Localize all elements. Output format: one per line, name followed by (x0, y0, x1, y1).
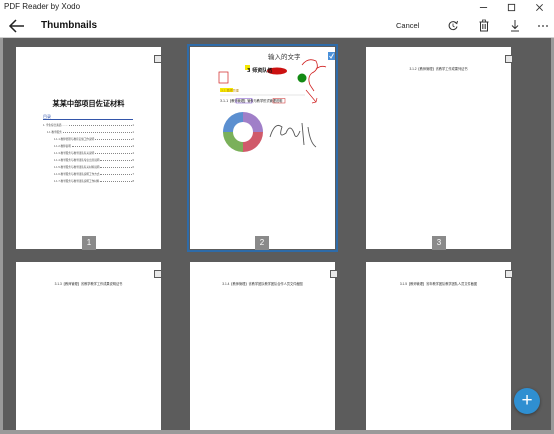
toc-entry: 1.1.5 教学服务与教学团队有关材料说明 6 (54, 163, 134, 169)
page-checkbox-5[interactable] (330, 270, 338, 278)
plus-icon: + (521, 390, 533, 411)
toc-leader-dots (62, 132, 132, 133)
toc-entry-page: 1 (132, 131, 134, 134)
more-icon[interactable] (537, 19, 549, 32)
page-thumbnail-6[interactable]: 3.1.5【教师管理】省年教学团队教学团队人员文件截图 (366, 262, 511, 430)
page-thumbnail-2[interactable]: 输入的文字 3 师资队伍 3.1 教师管理 3.1.1【教师管理】管教与教学形式… (187, 44, 338, 252)
maximize-icon (507, 3, 515, 11)
close-button[interactable] (524, 0, 554, 14)
page-thumbnail-5[interactable]: 3.1.4【教师管理】省教学团队教学团队合作人员文件截图 (190, 262, 335, 430)
document-title: 某某中部项目佐证材料 (52, 99, 125, 108)
toc-entry-text: 1. 学生综合素质......... (43, 124, 68, 127)
toc-entry: 1.1.2 教师说明 3 (54, 142, 134, 148)
back-arrow-icon[interactable] (8, 18, 26, 34)
red-rectangle (218, 71, 229, 84)
app-title: PDF Reader by Xodo (4, 2, 81, 11)
toc-entry-page: 5 (132, 159, 134, 162)
page-title: Thumbnails (41, 20, 98, 31)
toc-divider (43, 119, 133, 120)
toc-leader-dots (95, 139, 132, 140)
toc-entry-text: 1.1.1 教师管理与教育实施工作说明 (54, 138, 95, 141)
page-heading: 3.1.3【教师管理】省教学教学工作成果说明证书 (54, 282, 123, 286)
page-checkbox-4[interactable] (154, 270, 162, 278)
toc-leader-dots (100, 167, 132, 168)
toc-entry-page: 4 (132, 152, 134, 155)
page-heading: 3.1.4【教师管理】省教学团队教学团队合作人员文件截图 (222, 282, 303, 286)
toc-entry-text: 1.1.3 教学服务与教学团队有关说明 (54, 152, 95, 155)
toc-leader-dots (100, 160, 132, 161)
page-heading: 3.1.5【教师管理】省年教学团队教学团队人员文件截图 (399, 282, 478, 286)
toc-entry-text: 1.1.7 教学服务与教学团队说明工作材料 (54, 180, 100, 183)
subsection-label: 3.1 教师管理 (221, 87, 239, 92)
page-number-3: 3 (432, 236, 446, 250)
green-dot (297, 73, 307, 83)
toc-entry-text: 1.1.2 教师说明 (54, 145, 71, 148)
toc-entry-page: 3 (132, 145, 134, 148)
selection-check-icon (328, 52, 335, 60)
page-thumbnail-3[interactable]: 3.1.2【教师管理】省教学工作成果列证书 (366, 47, 511, 249)
toc-entry-text: 1.1.4 教学服务与教学团队专业出具说明 (54, 159, 100, 162)
toc-leader-dots (71, 146, 132, 147)
page-annotations: 输入的文字 3 师资队伍 3.1 教师管理 3.1.1【教师管理】管教与教学形式… (218, 52, 335, 152)
toc-entry-page: 1 (132, 124, 134, 127)
toc-entry-page: 8 (132, 180, 134, 183)
toc-entry-page: 6 (132, 166, 134, 169)
toc-entry-text: 1.1.6 教学服务与教学团队说明工作方式 (54, 173, 100, 176)
toc-entry: 1.1.7 教学服务与教学团队说明工作材料 8 (54, 177, 134, 183)
app-bar: Thumbnails Cancel (0, 14, 554, 38)
rotate-icon[interactable] (447, 19, 459, 32)
annotation-text: 输入的文字 (268, 52, 301, 61)
page-checkbox-6[interactable] (505, 270, 513, 278)
toc-entry-page: 7 (132, 173, 134, 176)
minimize-icon (479, 6, 487, 8)
add-page-button[interactable]: + (514, 388, 540, 414)
page-thumbnail-4[interactable]: 3.1.3【教师管理】省教学教学工作成果说明证书 (16, 262, 161, 430)
signature-scribble (269, 122, 317, 148)
toc-leader-dots (100, 174, 132, 175)
delete-icon[interactable] (478, 19, 490, 32)
window-titlebar: PDF Reader by Xodo (0, 0, 554, 14)
toc-leader-dots (100, 181, 132, 182)
toc-entry: 1.1 教学服务 1 (47, 128, 134, 134)
page-checkbox-1[interactable] (154, 55, 162, 63)
grid-bottom-edge (0, 430, 554, 434)
toc-entry-text: 1.1 教学服务 (47, 131, 62, 134)
minimize-button[interactable] (468, 0, 498, 14)
donut-chart (223, 112, 263, 152)
page-heading: 3.1.2【教师管理】省教学工作成果列证书 (409, 67, 468, 71)
cancel-button[interactable]: Cancel (396, 21, 419, 30)
toc-leader-dots (95, 153, 132, 154)
toc-entry: 1.1.6 教学服务与教学团队说明工作方式 7 (54, 170, 134, 176)
close-icon (535, 3, 543, 11)
page-checkbox-3[interactable] (505, 55, 513, 63)
download-icon[interactable] (509, 19, 521, 32)
toc-entry-text: 1.1.5 教学服务与教学团队有关材料说明 (54, 166, 100, 169)
grid-left-edge (0, 38, 3, 434)
page-number-1: 1 (82, 236, 96, 250)
page-number-2: 2 (255, 236, 269, 250)
toc-entry: 1.1.4 教学服务与教学团队专业出具说明 5 (54, 156, 134, 162)
toc-leader-dots (68, 125, 132, 126)
toc-entry: 1. 学生综合素质......... 1 (43, 121, 134, 127)
toc-entry-page: 2 (132, 138, 134, 141)
toc-entry: 1.1.3 教学服务与教学团队有关说明 4 (54, 149, 134, 155)
maximize-button[interactable] (496, 0, 526, 14)
toc-entry: 1.1.1 教师管理与教育实施工作说明 2 (54, 135, 134, 141)
section-title: 3 师资队伍 (247, 67, 272, 74)
page-thumbnail-1[interactable]: 某某中部项目佐证材料 目录 1. 学生综合素质......... 1 1.1 教学服… (16, 47, 161, 249)
